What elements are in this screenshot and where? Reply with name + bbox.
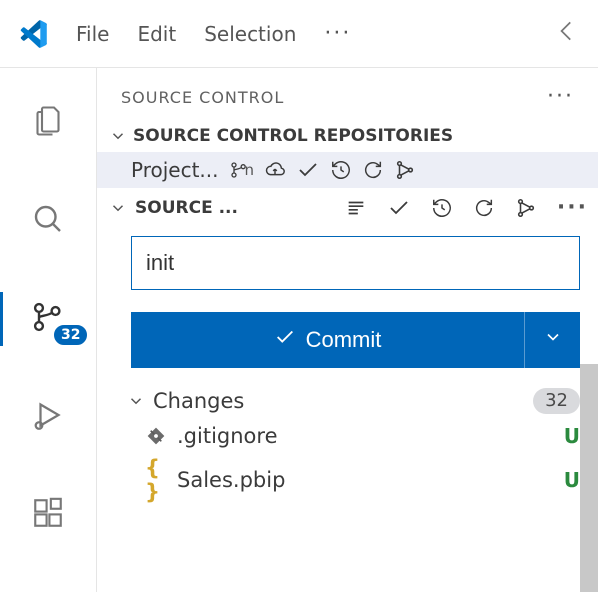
sync-cloud-icon[interactable] xyxy=(264,159,286,181)
commit-area: Commit xyxy=(97,228,598,368)
branch-icon: n xyxy=(229,160,255,180)
git-file-icon xyxy=(145,426,167,446)
source-control-section-header[interactable]: SOURCE ... xyxy=(97,188,598,228)
commit-button-label: Commit xyxy=(306,327,382,353)
view-list-icon[interactable] xyxy=(345,197,367,219)
changes-header[interactable]: Changes 32 xyxy=(97,368,598,420)
commit-button-main[interactable]: Commit xyxy=(131,312,524,368)
vscode-logo-icon xyxy=(18,19,48,49)
activity-search[interactable] xyxy=(0,188,96,254)
chevron-down-icon xyxy=(543,327,563,353)
changes-label: Changes xyxy=(153,389,244,413)
changed-file-row[interactable]: .gitignore U xyxy=(97,420,598,452)
source-control-panel: SOURCE CONTROL ··· SOURCE CONTROL REPOSI… xyxy=(96,68,598,592)
graph-icon[interactable] xyxy=(515,197,537,219)
repositories-section-header[interactable]: SOURCE CONTROL REPOSITORIES xyxy=(97,120,598,152)
graph-icon[interactable] xyxy=(394,159,416,181)
nav-back-icon[interactable] xyxy=(554,18,580,49)
changes-count-badge: 32 xyxy=(533,388,580,414)
file-name: Sales.pbip xyxy=(177,468,285,492)
refresh-icon[interactable] xyxy=(362,159,384,181)
file-name: .gitignore xyxy=(177,424,278,448)
changed-file-row[interactable]: { } Sales.pbip U xyxy=(97,452,598,508)
activity-explorer[interactable] xyxy=(0,90,96,156)
scm-badge: 32 xyxy=(52,323,89,347)
braces-file-icon: { } xyxy=(145,456,167,504)
chevron-down-icon xyxy=(109,199,127,217)
panel-scrollbar[interactable] xyxy=(580,364,598,592)
commit-button[interactable]: Commit xyxy=(131,312,580,368)
panel-title: SOURCE CONTROL xyxy=(121,88,284,107)
commit-message-input[interactable] xyxy=(131,236,580,290)
sc-actions: ··· xyxy=(345,196,588,220)
file-status: U xyxy=(564,424,580,448)
check-icon xyxy=(274,326,296,354)
panel-header: SOURCE CONTROL ··· xyxy=(97,68,598,120)
check-icon[interactable] xyxy=(296,158,320,182)
refresh-icon[interactable] xyxy=(473,197,495,219)
more-actions-icon[interactable]: ··· xyxy=(557,197,588,219)
chevron-down-icon xyxy=(127,392,145,410)
commit-dropdown[interactable] xyxy=(524,312,580,368)
activity-source-control[interactable]: 32 xyxy=(0,286,96,352)
search-icon xyxy=(30,201,66,241)
file-status: U xyxy=(564,468,580,492)
branch-short-label: n xyxy=(245,161,255,179)
menu-file[interactable]: File xyxy=(76,22,109,46)
menu-edit[interactable]: Edit xyxy=(137,22,176,46)
menu-overflow-icon[interactable]: ··· xyxy=(324,23,351,45)
activity-bar: 32 xyxy=(0,68,96,592)
repositories-label: SOURCE CONTROL REPOSITORIES xyxy=(133,126,588,146)
debug-icon xyxy=(30,397,66,437)
extensions-icon xyxy=(31,496,65,534)
panel-more-icon[interactable]: ··· xyxy=(547,86,574,108)
repository-row[interactable]: Project... n xyxy=(97,152,598,188)
repository-name: Project... xyxy=(131,158,219,182)
history-icon[interactable] xyxy=(330,159,352,181)
activity-extensions[interactable] xyxy=(0,482,96,548)
menu-selection[interactable]: Selection xyxy=(204,22,296,46)
activity-run-debug[interactable] xyxy=(0,384,96,450)
chevron-down-icon xyxy=(109,127,127,145)
source-control-label: SOURCE ... xyxy=(135,198,238,218)
titlebar: File Edit Selection ··· xyxy=(0,0,598,68)
check-icon[interactable] xyxy=(387,196,411,220)
history-icon[interactable] xyxy=(431,197,453,219)
files-icon xyxy=(30,103,66,143)
